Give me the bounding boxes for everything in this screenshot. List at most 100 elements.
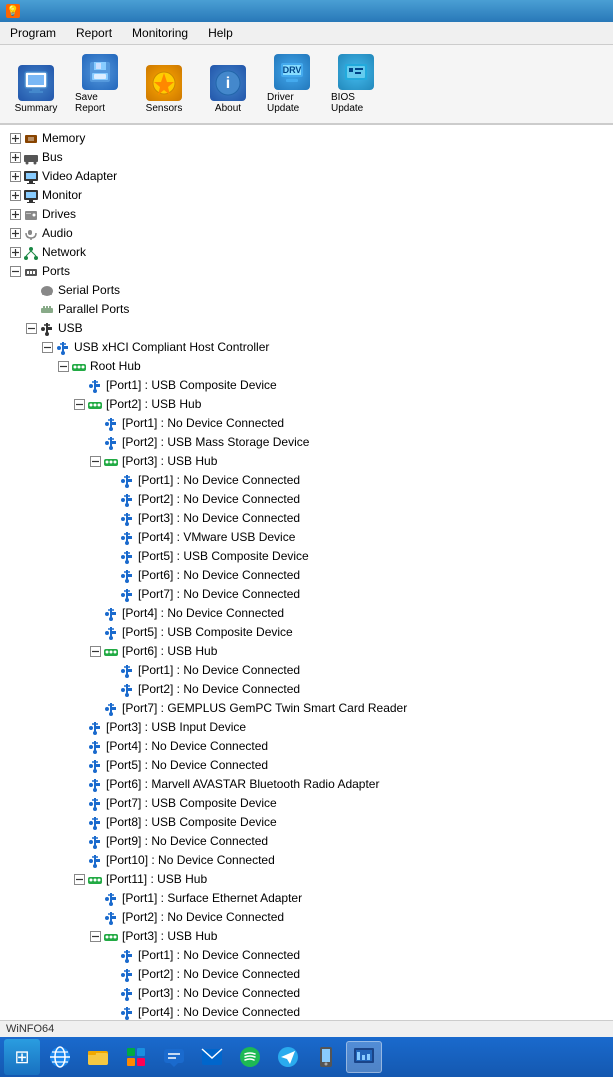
expand-icon-memory[interactable]	[8, 132, 22, 146]
menu-report[interactable]: Report	[70, 24, 118, 42]
tree-node-inner-p11p3p3[interactable]: [Port3] : No Device Connected	[0, 984, 613, 1003]
expand-icon-audio[interactable]	[8, 227, 22, 241]
expand-icon-xhci[interactable]	[40, 341, 54, 355]
expand-icon-roothub[interactable]	[56, 360, 70, 374]
tree-node-inner-p2p6p2[interactable]: [Port2] : No Device Connected	[0, 680, 613, 699]
tree-node-inner-p2p2mass[interactable]: [Port2] : USB Mass Storage Device	[0, 433, 613, 452]
menu-help[interactable]: Help	[202, 24, 239, 42]
tree-node-inner-roothub[interactable]: Root Hub	[0, 357, 613, 376]
tree-node-inner-p2p6hub[interactable]: [Port6] : USB Hub	[0, 642, 613, 661]
tree-node-inner-audio[interactable]: Audio	[0, 224, 613, 243]
tree-node-inner-p4none[interactable]: [Port4] : No Device Connected	[0, 737, 613, 756]
tree-node-inner-p8comp[interactable]: [Port8] : USB Composite Device	[0, 813, 613, 832]
expand-icon-p11p3hub[interactable]	[88, 930, 102, 944]
taskbar-explorer[interactable]	[80, 1041, 116, 1073]
tree-node-inner-p11hub[interactable]: [Port11] : USB Hub	[0, 870, 613, 889]
node-icon-p2p5comp	[103, 625, 119, 641]
tree-node-inner-ports[interactable]: Ports	[0, 262, 613, 281]
tree-node-inner-p2p4none[interactable]: [Port4] : No Device Connected	[0, 604, 613, 623]
tree-node-inner-bus[interactable]: Bus	[0, 148, 613, 167]
tree-node-p2p4none: [Port4] : No Device Connected	[0, 604, 613, 623]
summary-button[interactable]: Summary	[6, 60, 66, 119]
save-report-button[interactable]: Save Report	[70, 49, 130, 119]
tree-node-inner-p9none[interactable]: [Port9] : No Device Connected	[0, 832, 613, 851]
tree-node-inner-xhci[interactable]: USB xHCI Compliant Host Controller	[0, 338, 613, 357]
tree-node-inner-p2hub[interactable]: [Port2] : USB Hub	[0, 395, 613, 414]
about-button[interactable]: i About	[198, 60, 258, 119]
main-content: MemoryBusVideo AdapterMonitorDrivesAudio…	[0, 125, 613, 1020]
tree-node-ports: Ports	[0, 262, 613, 281]
taskbar-spotify[interactable]	[232, 1041, 268, 1073]
tree-node-inner-p2p3p2[interactable]: [Port2] : No Device Connected	[0, 490, 613, 509]
tree-node-p2p3p1: [Port1] : No Device Connected	[0, 471, 613, 490]
taskbar-telegram[interactable]	[270, 1041, 306, 1073]
tree-node-inner-monitor[interactable]: Monitor	[0, 186, 613, 205]
tree-node-inner-p1composite[interactable]: [Port1] : USB Composite Device	[0, 376, 613, 395]
tree-node-inner-memory[interactable]: Memory	[0, 129, 613, 148]
expand-icon-drives[interactable]	[8, 208, 22, 222]
tree-node-inner-p11p3p2[interactable]: [Port2] : No Device Connected	[0, 965, 613, 984]
tree-node-inner-serial[interactable]: Serial Ports	[0, 281, 613, 300]
node-icon-usb	[39, 321, 55, 337]
expand-icon-monitor[interactable]	[8, 189, 22, 203]
expand-icon-bus[interactable]	[8, 151, 22, 165]
tree-node-inner-p2p3p1[interactable]: [Port1] : No Device Connected	[0, 471, 613, 490]
tree-node-inner-p2p7card[interactable]: [Port7] : GEMPLUS GemPC Twin Smart Card …	[0, 699, 613, 718]
tree-node-inner-p2p3p6[interactable]: [Port6] : No Device Connected	[0, 566, 613, 585]
tree-node-inner-p6bt[interactable]: [Port6] : Marvell AVASTAR Bluetooth Radi…	[0, 775, 613, 794]
bios-update-button[interactable]: BIOS Update	[326, 49, 386, 119]
expand-icon-p2p3hub[interactable]	[88, 455, 102, 469]
tree-node-inner-p2p1none[interactable]: [Port1] : No Device Connected	[0, 414, 613, 433]
taskbar-messaging[interactable]	[156, 1041, 192, 1073]
tree-panel[interactable]: MemoryBusVideo AdapterMonitorDrivesAudio…	[0, 125, 613, 1020]
tree-node-p11p3p1: [Port1] : No Device Connected	[0, 946, 613, 965]
menu-monitoring[interactable]: Monitoring	[126, 24, 194, 42]
driver-update-button[interactable]: DRV Driver Update	[262, 49, 322, 119]
expand-icon-usb[interactable]	[24, 322, 38, 336]
tree-node-p2p6p1: [Port1] : No Device Connected	[0, 661, 613, 680]
tree-node-inner-p2p6p1[interactable]: [Port1] : No Device Connected	[0, 661, 613, 680]
tree-node-inner-p11p2none[interactable]: [Port2] : No Device Connected	[0, 908, 613, 927]
node-label-serial: Serial Ports	[58, 282, 120, 299]
tree-node-inner-p5none[interactable]: [Port5] : No Device Connected	[0, 756, 613, 775]
node-label-p11p1eth: [Port1] : Surface Ethernet Adapter	[122, 890, 302, 907]
tree-node-p10none: [Port10] : No Device Connected	[0, 851, 613, 870]
node-icon-p2p3p1	[119, 473, 135, 489]
tree-node-p1composite: [Port1] : USB Composite Device	[0, 376, 613, 395]
tree-node-inner-p11p3hub[interactable]: [Port3] : USB Hub	[0, 927, 613, 946]
tree-node-inner-p2p3p7[interactable]: [Port7] : No Device Connected	[0, 585, 613, 604]
taskbar-outlook[interactable]	[194, 1041, 230, 1073]
tree-node-inner-usb[interactable]: USB	[0, 319, 613, 338]
taskbar-store[interactable]	[118, 1041, 154, 1073]
taskbar-winfo[interactable]	[346, 1041, 382, 1073]
expand-icon-network[interactable]	[8, 246, 22, 260]
expand-icon-ports[interactable]	[8, 265, 22, 279]
taskbar-phone[interactable]	[308, 1041, 344, 1073]
node-label-monitor: Monitor	[42, 187, 82, 204]
start-button[interactable]: ⊞	[4, 1039, 40, 1075]
expand-icon-p2p6hub[interactable]	[88, 645, 102, 659]
menu-program[interactable]: Program	[4, 24, 62, 42]
tree-node-inner-network[interactable]: Network	[0, 243, 613, 262]
expand-icon-p2hub[interactable]	[72, 398, 86, 412]
expand-icon-p11hub[interactable]	[72, 873, 86, 887]
tree-node-inner-parallel[interactable]: Parallel Ports	[0, 300, 613, 319]
tree-node-inner-p2p3p3[interactable]: [Port3] : No Device Connected	[0, 509, 613, 528]
tree-node-inner-p2p3p5[interactable]: [Port5] : USB Composite Device	[0, 547, 613, 566]
tree-node-inner-p3input[interactable]: [Port3] : USB Input Device	[0, 718, 613, 737]
expand-icon-video[interactable]	[8, 170, 22, 184]
tree-node-inner-p10none[interactable]: [Port10] : No Device Connected	[0, 851, 613, 870]
tree-node-inner-p11p3p1[interactable]: [Port1] : No Device Connected	[0, 946, 613, 965]
tree-node-inner-p2p3p4[interactable]: [Port4] : VMware USB Device	[0, 528, 613, 547]
tree-node-inner-p11p1eth[interactable]: [Port1] : Surface Ethernet Adapter	[0, 889, 613, 908]
tree-node-inner-video[interactable]: Video Adapter	[0, 167, 613, 186]
tree-node-inner-p7comp[interactable]: [Port7] : USB Composite Device	[0, 794, 613, 813]
tree-node-inner-p2p3hub[interactable]: [Port3] : USB Hub	[0, 452, 613, 471]
sensors-button[interactable]: Sensors	[134, 60, 194, 119]
tree-node-inner-drives[interactable]: Drives	[0, 205, 613, 224]
taskbar-ie[interactable]	[42, 1041, 78, 1073]
tree-node-inner-p11p3p4[interactable]: [Port4] : No Device Connected	[0, 1003, 613, 1020]
tree-node-inner-p2p5comp[interactable]: [Port5] : USB Composite Device	[0, 623, 613, 642]
node-icon-ports	[23, 264, 39, 280]
node-icon-p9none	[87, 834, 103, 850]
